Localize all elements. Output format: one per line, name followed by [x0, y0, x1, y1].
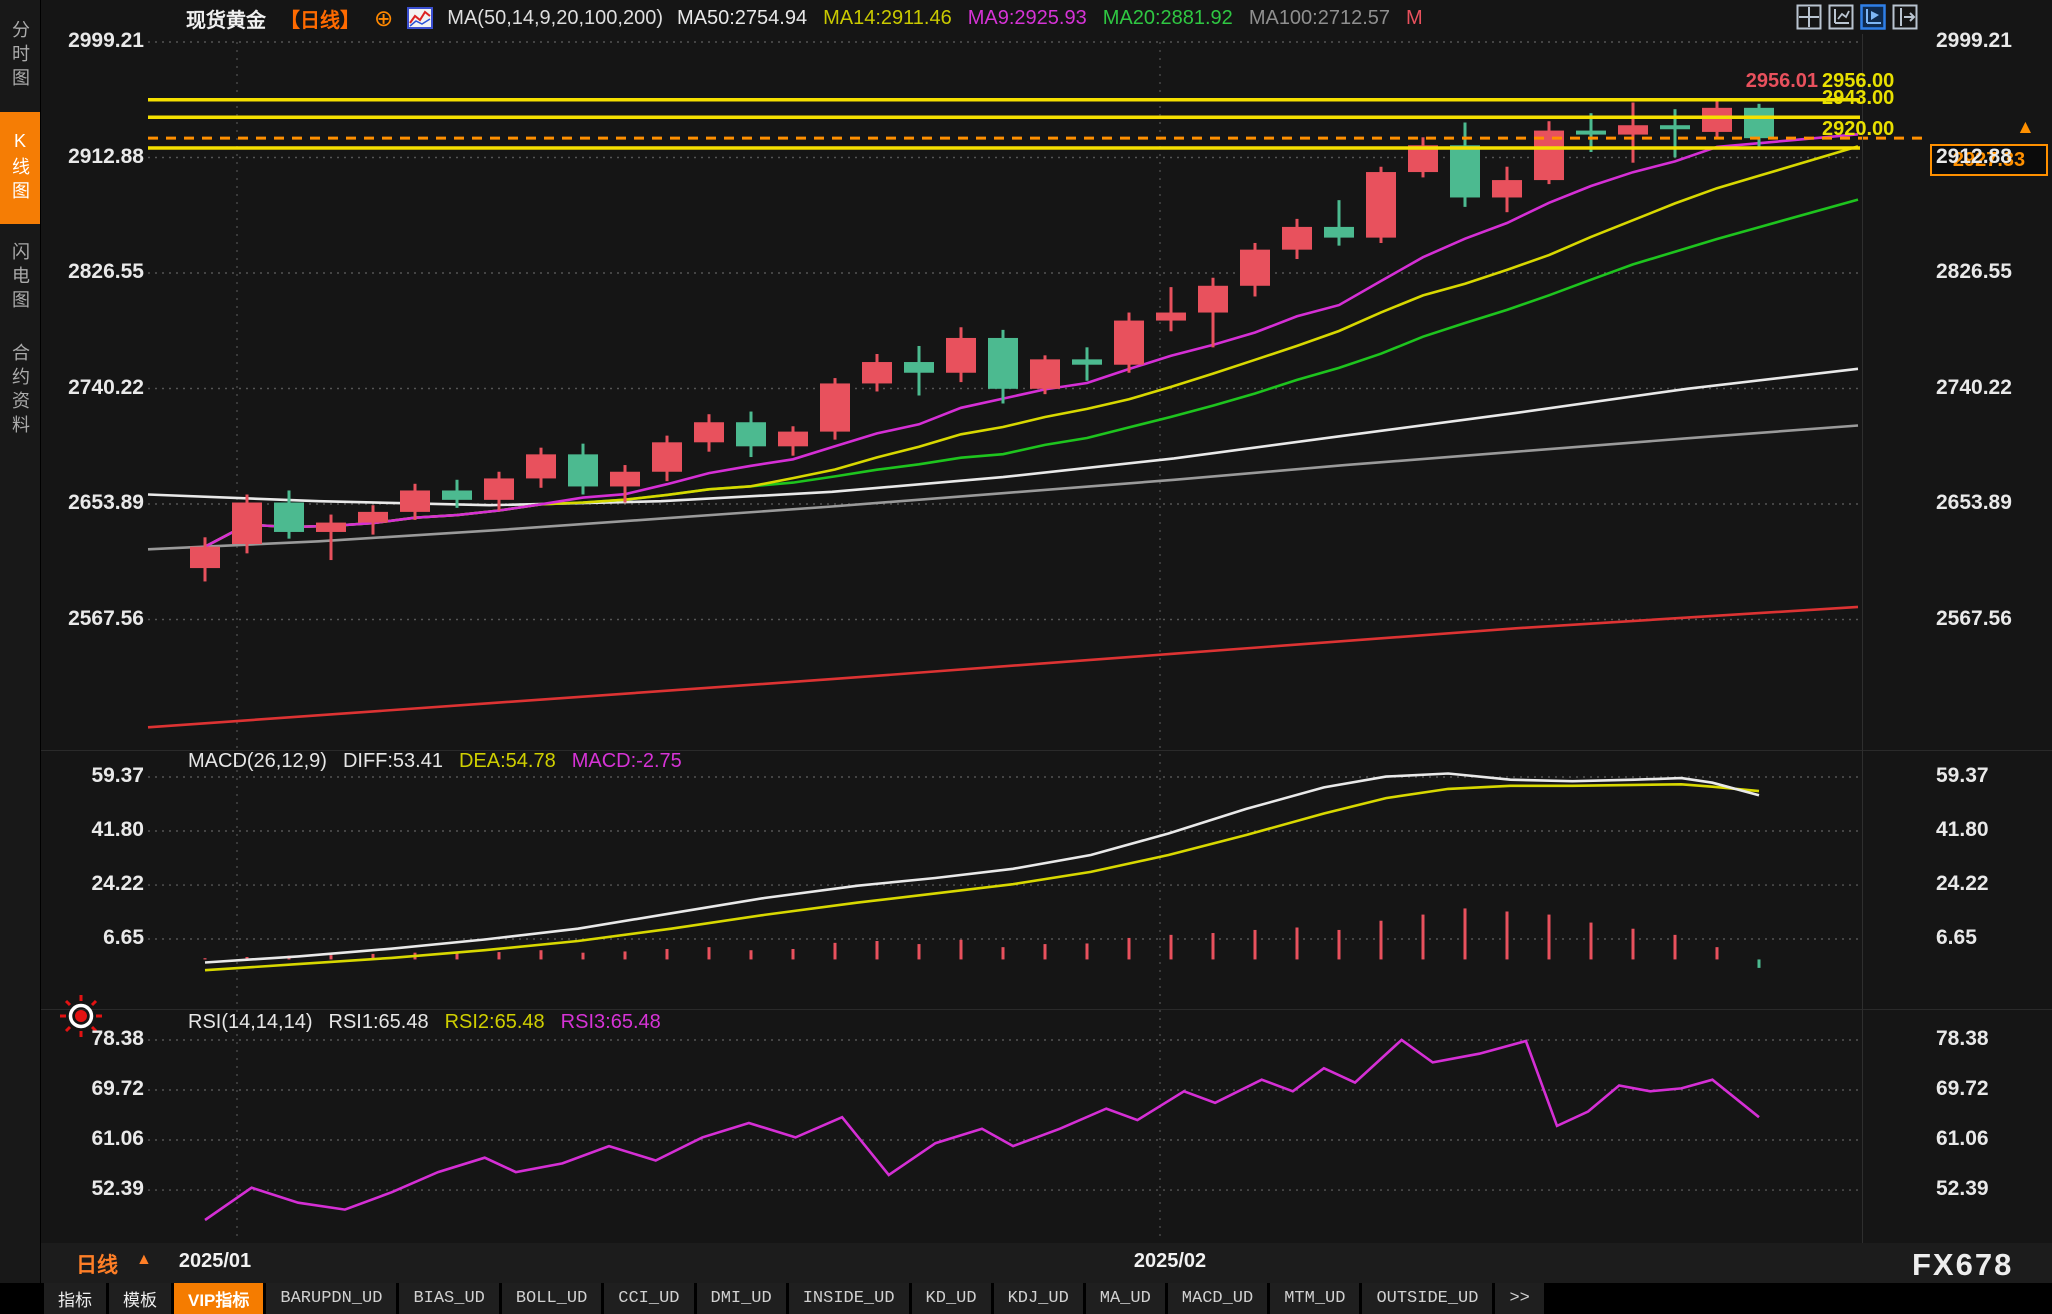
- rsi-tick-left: 78.38: [44, 1027, 144, 1051]
- tab-ma-ud[interactable]: MA_UD: [1086, 1283, 1165, 1314]
- ma-params-label: MA(50,14,9,20,100,200): [447, 7, 663, 30]
- macd-params: MACD(26,12,9): [188, 750, 327, 773]
- period-tag[interactable]: 【日线】: [280, 4, 360, 33]
- rsi-tick-right: 69.72: [1936, 1077, 1989, 1101]
- quad-layout-icon[interactable]: [1796, 4, 1822, 30]
- tab-kdj-ud[interactable]: KDJ_UD: [994, 1283, 1083, 1314]
- macd-dea-value: DEA:54.78: [459, 750, 556, 773]
- rsi1-value: RSI1:65.48: [329, 1011, 429, 1034]
- chart-toolbar: [1796, 4, 1918, 30]
- rsi-tick-left: 69.72: [44, 1077, 144, 1101]
- period-arrow-icon[interactable]: ▲: [136, 1251, 152, 1269]
- macd-hist-value: MACD:-2.75: [572, 750, 682, 773]
- sidebar-item-contract-info[interactable]: 合约资料: [0, 332, 40, 450]
- date-label: 2025/02: [1134, 1250, 1206, 1273]
- tab-templates[interactable]: 模板: [109, 1283, 171, 1314]
- sidebar-item-tick-chart[interactable]: 闪电图: [0, 230, 40, 326]
- rsi-tick-right: 78.38: [1936, 1027, 1989, 1051]
- chart-header: 现货黄金 【日线】 ⊕ MA(50,14,9,20,100,200) MA50:…: [186, 3, 1423, 33]
- price-tick-right: 2999.21: [1936, 29, 2012, 53]
- price-tick-right: 2740.22: [1936, 376, 2012, 400]
- rsi3-value: RSI3:65.48: [561, 1011, 661, 1034]
- macd-tick-left: 6.65: [44, 926, 144, 950]
- session-high-label: 2956.01: [1700, 70, 1818, 93]
- tab-vip-indicators[interactable]: VIP指标: [174, 1283, 263, 1314]
- sidebar-item-minute-chart[interactable]: 分时图: [0, 6, 40, 106]
- macd-tick-right: 41.80: [1936, 818, 1989, 842]
- circle-plus-icon[interactable]: ⊕: [374, 7, 393, 30]
- tab-macd-ud[interactable]: MACD_UD: [1168, 1283, 1267, 1314]
- mini-chart-icon[interactable]: [407, 7, 433, 29]
- macd-tick-left: 41.80: [44, 818, 144, 842]
- rsi-tick-left: 61.06: [44, 1127, 144, 1151]
- price-tick-right: 2653.89: [1936, 491, 2012, 515]
- chart-axes-icon[interactable]: [1828, 4, 1854, 30]
- tab-dmi-ud[interactable]: DMI_UD: [697, 1283, 786, 1314]
- price-tick-left: 2740.22: [44, 376, 144, 400]
- trading-app: { "header": { "symbol": "现货黄金", "period"…: [0, 0, 2052, 1314]
- rsi-params: RSI(14,14,14): [188, 1011, 313, 1034]
- tab-boll-ud[interactable]: BOLL_UD: [502, 1283, 601, 1314]
- date-label: 2025/01: [179, 1250, 251, 1273]
- tab-more[interactable]: >>: [1495, 1283, 1543, 1314]
- rsi-tick-right: 61.06: [1936, 1127, 1989, 1151]
- price-tick-left: 2999.21: [44, 29, 144, 53]
- tab-cci-ud[interactable]: CCI_UD: [604, 1283, 693, 1314]
- level-price-label: 2943.00: [1822, 87, 1894, 110]
- macd-tick-right: 59.37: [1936, 764, 1989, 788]
- price-tick-left: 2912.88: [44, 145, 144, 169]
- panel-export-icon[interactable]: [1892, 4, 1918, 30]
- rsi-tick-left: 52.39: [44, 1177, 144, 1201]
- price-tick-right: 2567.56: [1936, 607, 2012, 631]
- sidebar-item-kline-chart[interactable]: K线图: [0, 112, 40, 224]
- macd-diff-value: DIFF:53.41: [343, 750, 443, 773]
- ma-value-ma100: MA100:2712.57: [1249, 7, 1390, 30]
- macd-tick-left: 59.37: [44, 764, 144, 788]
- tab-outside-ud[interactable]: OUTSIDE_UD: [1362, 1283, 1492, 1314]
- ma-value-ma20: MA20:2881.92: [1103, 7, 1233, 30]
- price-tick-right: 2912.88: [1936, 145, 2012, 169]
- candlestick-chart-svg: [0, 0, 2052, 1314]
- panel-separator: [41, 1009, 2052, 1010]
- brand-watermark: FX678: [1912, 1247, 2013, 1283]
- macd-header: MACD(26,12,9) DIFF:53.41 DEA:54.78 MACD:…: [188, 750, 682, 773]
- tab-indicators[interactable]: 指标: [44, 1283, 106, 1314]
- rsi2-value: RSI2:65.48: [445, 1011, 545, 1034]
- time-axis-row: [41, 1243, 2052, 1283]
- ma-value-m: M: [1406, 7, 1423, 30]
- period-selector[interactable]: 日线: [76, 1249, 118, 1279]
- ma-value-ma50: MA50:2754.94: [677, 7, 807, 30]
- indicator-tab-bar: 指标模板VIP指标BARUPDN_UDBIAS_UDBOLL_UDCCI_UDD…: [0, 1283, 2052, 1314]
- price-tick-left: 2826.55: [44, 260, 144, 284]
- axis-separator: [1862, 34, 1863, 1243]
- ma-value-ma14: MA14:2911.46: [823, 7, 952, 30]
- ma-values: MA50:2754.94 MA14:2911.46 MA9:2925.93 MA20:…: [677, 7, 1423, 30]
- macd-tick-right: 24.22: [1936, 872, 1989, 896]
- ma-value-ma9: MA9:2925.93: [968, 7, 1087, 30]
- price-up-arrow-icon: ▲: [2016, 117, 2035, 139]
- chart-plot-area[interactable]: [40, 0, 2052, 1243]
- tab-inside-ud[interactable]: INSIDE_UD: [789, 1283, 909, 1314]
- level-price-label: 2920.00: [1822, 118, 1894, 141]
- tab-bias-ud[interactable]: BIAS_UD: [399, 1283, 498, 1314]
- price-tick-right: 2826.55: [1936, 260, 2012, 284]
- price-tick-left: 2653.89: [44, 491, 144, 515]
- rsi-tick-right: 52.39: [1936, 1177, 1989, 1201]
- left-sidebar: 分时图 K线图闪电图合约资料: [0, 0, 41, 1314]
- chart-active-icon[interactable]: [1860, 4, 1886, 30]
- macd-tick-right: 6.65: [1936, 926, 1977, 950]
- tab-barupdn-ud[interactable]: BARUPDN_UD: [266, 1283, 396, 1314]
- price-tick-left: 2567.56: [44, 607, 144, 631]
- tab-kd-ud[interactable]: KD_UD: [912, 1283, 991, 1314]
- symbol-title: 现货黄金: [186, 4, 266, 33]
- macd-tick-left: 24.22: [44, 872, 144, 896]
- tab-mtm-ud[interactable]: MTM_UD: [1270, 1283, 1359, 1314]
- rsi-header: RSI(14,14,14) RSI1:65.48 RSI2:65.48 RSI3…: [188, 1011, 661, 1034]
